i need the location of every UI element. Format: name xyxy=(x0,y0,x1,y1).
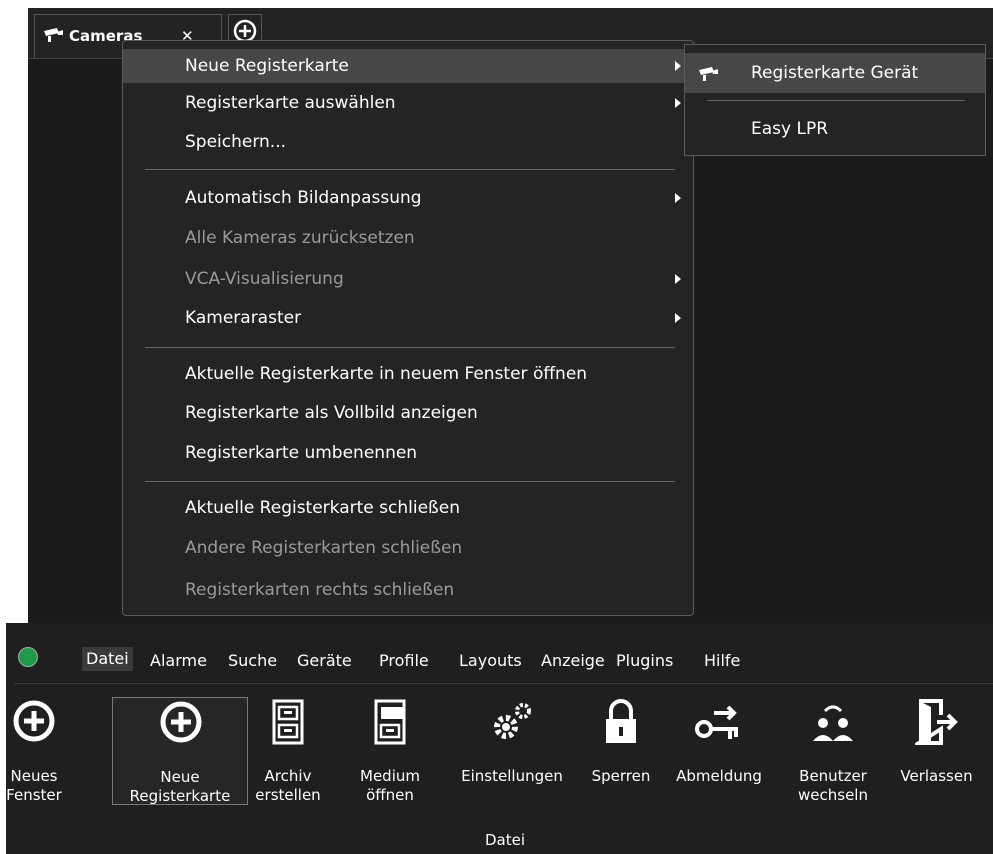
context-menu-item[interactable]: Registerkarte auswählen xyxy=(123,86,693,120)
context-menu: Neue Registerkarte Registerkarte auswähle… xyxy=(122,40,694,616)
ribbon-button[interactable]: Abmeldung xyxy=(662,697,776,807)
context-menu-item[interactable]: Automatisch Bildanpassung xyxy=(123,181,693,215)
context-menu-item-label: Registerkarte umbenennen xyxy=(185,443,418,463)
context-menu-item[interactable]: Kameraraster xyxy=(123,301,693,335)
ribbon-button-label: Benutzer wechseln xyxy=(798,767,868,804)
menubar-item-suche[interactable]: Suche xyxy=(228,651,277,670)
ribbon-button[interactable]: Verlassen xyxy=(880,697,993,807)
menubar-item-datei[interactable]: Datei xyxy=(82,647,133,671)
context-menu-item-label: Andere Registerkarten schließen xyxy=(185,538,463,558)
submenu-item[interactable]: Registerkarte Gerät xyxy=(685,53,985,93)
context-menu-item-label: Aktuelle Registerkarte schließen xyxy=(185,498,460,518)
ribbon-button[interactable]: Neues Fenster xyxy=(6,697,62,807)
menu-separator xyxy=(145,347,675,348)
context-menu-item-label: Speichern... xyxy=(185,132,287,152)
menubar-item-plugins[interactable]: Plugins xyxy=(616,651,673,670)
ribbon-button-label: Neue Registerkarte xyxy=(129,768,231,805)
ribbon-button-label: Abmeldung xyxy=(676,767,762,785)
context-menu-item[interactable]: Registerkarten rechts schließen xyxy=(123,573,693,607)
top-screenshot-panel: Cameras ✕ Neue Registerkarte Registerkart… xyxy=(0,0,993,623)
context-menu-item[interactable]: Registerkarte als Vollbild anzeigen xyxy=(123,396,693,430)
submenu-arrow-icon xyxy=(675,193,681,203)
ribbon-button-label: Archiv erstellen xyxy=(255,767,321,804)
context-menu-item[interactable]: Neue Registerkarte xyxy=(123,49,693,83)
ribbon-button[interactable]: Neue Registerkarte xyxy=(112,697,248,805)
ribbon-button-label: Sperren xyxy=(591,767,651,785)
submenu-arrow-icon xyxy=(675,313,681,323)
context-menu-item[interactable]: Aktuelle Registerkarte schließen xyxy=(123,491,693,525)
menu-bar: Datei Alarme Suche Geräte Profile Layouts Anze… xyxy=(6,623,993,687)
ribbon-button-label: Einstellungen xyxy=(461,767,563,785)
menu-separator xyxy=(145,169,675,170)
context-menu-item-label: Registerkarte als Vollbild anzeigen xyxy=(185,403,478,423)
context-menu-item[interactable]: VCA-Visualisierung xyxy=(123,262,693,296)
submenu-arrow-icon xyxy=(675,274,681,284)
new-tab-submenu: Registerkarte Gerät Easy LPR xyxy=(684,44,986,156)
submenu-arrow-icon xyxy=(675,61,681,71)
menubar-item-anzeige[interactable]: Anzeige xyxy=(541,651,605,670)
menubar-item-hilfe[interactable]: Hilfe xyxy=(704,651,740,670)
context-menu-item[interactable]: Speichern... xyxy=(123,125,693,159)
ribbon-panel: Datei Alarme Suche Geräte Profile Layouts Anze… xyxy=(6,623,993,854)
camera-icon xyxy=(43,27,65,47)
context-menu-item-label: Aktuelle Registerkarte in neuem Fenster … xyxy=(185,364,588,384)
ribbon-button-label: Medium öffnen xyxy=(360,767,420,804)
context-menu-item-label: Registerkarten rechts schließen xyxy=(185,580,455,600)
submenu-separator xyxy=(707,100,965,101)
menu-separator xyxy=(145,481,675,482)
context-menu-item-label: Neue Registerkarte xyxy=(185,56,349,76)
submenu-item[interactable]: Easy LPR xyxy=(685,109,985,149)
camera-icon xyxy=(697,66,721,87)
ribbon-button[interactable]: Benutzer wechseln xyxy=(786,697,880,807)
ribbon-button[interactable]: Einstellungen xyxy=(446,697,578,807)
menubar-item-geräte[interactable]: Geräte xyxy=(297,651,352,670)
ribbon-button-label: Neues Fenster xyxy=(6,767,62,804)
ribbon-button[interactable]: Sperren xyxy=(578,697,664,807)
submenu-item-label: Easy LPR xyxy=(751,119,829,139)
context-menu-item[interactable]: Andere Registerkarten schließen xyxy=(123,531,693,565)
ribbon-button-label: Verlassen xyxy=(900,767,973,785)
context-menu-item[interactable]: Aktuelle Registerkarte in neuem Fenster … xyxy=(123,357,693,391)
app-logo-icon xyxy=(18,647,38,667)
submenu-arrow-icon xyxy=(675,98,681,108)
context-menu-item-label: Alle Kameras zurücksetzen xyxy=(185,228,415,248)
submenu-item-label: Registerkarte Gerät xyxy=(751,63,919,83)
menubar-item-layouts[interactable]: Layouts xyxy=(459,651,522,670)
context-menu-item-label: VCA-Visualisierung xyxy=(185,269,344,289)
context-menu-item[interactable]: Registerkarte umbenennen xyxy=(123,436,693,470)
context-menu-item-label: Kameraraster xyxy=(185,308,302,328)
context-menu-item-label: Automatisch Bildanpassung xyxy=(185,188,422,208)
menubar-item-alarme[interactable]: Alarme xyxy=(150,651,207,670)
menubar-item-profile[interactable]: Profile xyxy=(379,651,429,670)
ribbon-group-label: Datei xyxy=(485,831,526,849)
context-menu-item-label: Registerkarte auswählen xyxy=(185,93,396,113)
ribbon-button[interactable]: Archiv erstellen xyxy=(250,697,326,807)
context-menu-item[interactable]: Alle Kameras zurücksetzen xyxy=(123,221,693,255)
menubar-divider xyxy=(14,683,993,684)
ribbon-button[interactable]: Medium öffnen xyxy=(342,697,438,807)
